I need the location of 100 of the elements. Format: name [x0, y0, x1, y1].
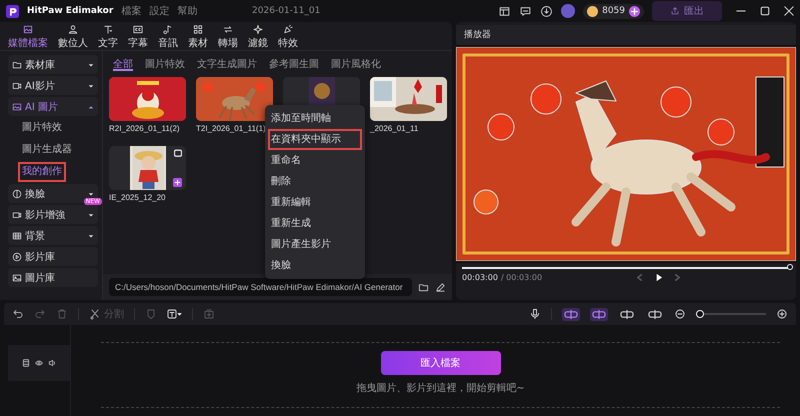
menu-item[interactable]: 檔案 — [121, 4, 142, 18]
media-tab[interactable]: 轉場 — [214, 22, 242, 50]
sidebar-subitem[interactable]: 我的創作 — [18, 162, 66, 182]
menu-item[interactable]: 重命名 — [268, 150, 362, 171]
avatar[interactable] — [561, 4, 576, 18]
media-tab[interactable]: 特效 — [274, 22, 302, 50]
play-icon[interactable] — [654, 273, 664, 282]
caret-icon — [88, 62, 94, 68]
sidebar-item[interactable]: 影片增強 — [8, 205, 98, 224]
import-button[interactable]: 匯入檔案 — [380, 351, 500, 375]
eye-icon[interactable] — [35, 359, 43, 367]
gallery-icon — [12, 272, 22, 282]
scissors-icon — [89, 308, 101, 320]
media-label: _2026_01_11 — [370, 124, 420, 133]
text-icon — [102, 24, 114, 35]
image-icon — [12, 102, 22, 112]
filter-tab[interactable]: 文字生成圖片 — [197, 57, 257, 71]
sidebar-item[interactable]: AI影片 — [8, 76, 98, 95]
undo-icon[interactable] — [12, 308, 24, 320]
path-field[interactable]: C:/Users/hoson/Documents/HitPaw Software/HitPaw Edimakor/AI Generator — [109, 278, 412, 296]
folder-icon[interactable] — [174, 149, 182, 157]
zoom-slider[interactable] — [696, 310, 766, 318]
pencil-icon[interactable] — [435, 282, 446, 292]
app-name: HitPaw Edimakor — [27, 6, 114, 16]
menu-item[interactable]: 設定 — [149, 4, 170, 18]
media-label: IE_2025_12_20 — [109, 193, 166, 202]
folder-icon[interactable] — [418, 282, 429, 292]
add-button[interactable] — [173, 178, 182, 187]
chat-icon[interactable] — [519, 4, 532, 18]
image-icon — [22, 24, 34, 35]
snap-toggle-icon[interactable] — [646, 308, 664, 320]
coin-count: 8059 — [602, 6, 625, 16]
export-button[interactable]: 匯出 — [652, 1, 722, 21]
coin-icon — [587, 6, 598, 16]
text-tool-icon[interactable] — [167, 308, 182, 320]
sidebar-item[interactable]: 圖片庫 — [8, 268, 98, 287]
filter-tab[interactable]: 全部 — [113, 57, 133, 71]
filter-tab[interactable]: 圖片特效 — [145, 57, 185, 71]
grid-icon — [192, 24, 204, 35]
snap-toggle-icon[interactable] — [562, 308, 580, 320]
player-title: 播放器 — [456, 25, 796, 45]
menu-item[interactable]: 在資料夾中顯示 — [268, 129, 362, 150]
menu-item[interactable]: 添加至時間軸 — [268, 108, 362, 129]
plus-icon[interactable] — [629, 6, 640, 16]
media-tab[interactable]: 音訊 — [154, 22, 182, 50]
sidebar-subitem[interactable]: 圖片生成器 — [8, 140, 98, 160]
sidebar-item[interactable]: 素材庫 — [8, 55, 98, 74]
menu-item[interactable]: 換臉 — [268, 255, 362, 276]
snap-toggle-icon[interactable] — [618, 308, 636, 320]
menu-item[interactable]: 圖片產生影片 — [268, 234, 362, 255]
person-icon — [67, 24, 79, 35]
media-tab[interactable]: 媒體檔案 — [4, 22, 52, 50]
face-swap-icon — [12, 188, 22, 198]
music-note-icon — [162, 24, 174, 35]
layout-icon[interactable] — [498, 4, 512, 18]
caret-icon — [88, 104, 94, 110]
snap-toggle-icon[interactable] — [590, 308, 608, 320]
media-label: T2I_2026_01_11(1) — [196, 124, 267, 133]
zoom-in-icon[interactable] — [776, 308, 788, 320]
pattern-icon — [12, 230, 22, 240]
sparkle-icon — [252, 24, 264, 35]
sidebar-item[interactable]: 背景 — [8, 226, 98, 245]
microphone-icon[interactable] — [529, 308, 541, 320]
sidebar-item[interactable]: 影片庫 — [8, 247, 98, 266]
close-icon[interactable] — [784, 6, 794, 16]
media-tab[interactable]: 素材 — [184, 22, 212, 50]
camera-icon — [12, 210, 22, 220]
sidebar-item[interactable]: AI 圖片 — [8, 97, 98, 116]
menu-item[interactable]: 刪除 — [268, 171, 362, 192]
film-icon[interactable] — [22, 359, 30, 367]
download-icon[interactable] — [540, 4, 554, 18]
menu-item[interactable]: 重新生成 — [268, 213, 362, 234]
speaker-icon[interactable] — [48, 359, 56, 367]
upload-icon — [670, 6, 680, 16]
play-icon — [12, 252, 22, 262]
caption-icon — [132, 24, 144, 35]
media-tab[interactable]: 字幕 — [124, 22, 152, 50]
current-time: 00:03:00 — [462, 273, 498, 282]
filter-tab[interactable]: 參考圖生圖 — [269, 57, 319, 71]
media-tab[interactable]: 文字 — [94, 22, 122, 50]
media-tab[interactable]: 濾鏡 — [244, 22, 272, 50]
total-time: / 00:03:00 — [500, 273, 542, 282]
project-name: 2026-01-11_01 — [252, 6, 322, 16]
caret-icon — [88, 232, 94, 238]
sidebar-subitem[interactable]: 圖片特效 — [8, 118, 98, 138]
menu-item[interactable]: 幫助 — [177, 4, 198, 18]
zoom-out-icon[interactable] — [674, 308, 686, 320]
media-label: R2I_2026_01_11(2) — [109, 124, 181, 133]
arrows-icon — [222, 24, 234, 35]
folder-icon — [12, 60, 22, 70]
caret-icon — [88, 82, 94, 88]
menu-item[interactable]: 重新編輯 — [268, 192, 362, 213]
app-logo-icon — [6, 4, 19, 18]
media-tab[interactable]: 數位人 — [54, 22, 92, 50]
maximize-icon[interactable] — [760, 6, 770, 16]
marker-icon[interactable] — [145, 308, 157, 320]
filter-tab[interactable]: 圖片風格化 — [331, 57, 381, 71]
cone-icon — [282, 24, 294, 35]
caret-icon — [88, 212, 94, 218]
add-track-icon[interactable] — [203, 308, 215, 320]
